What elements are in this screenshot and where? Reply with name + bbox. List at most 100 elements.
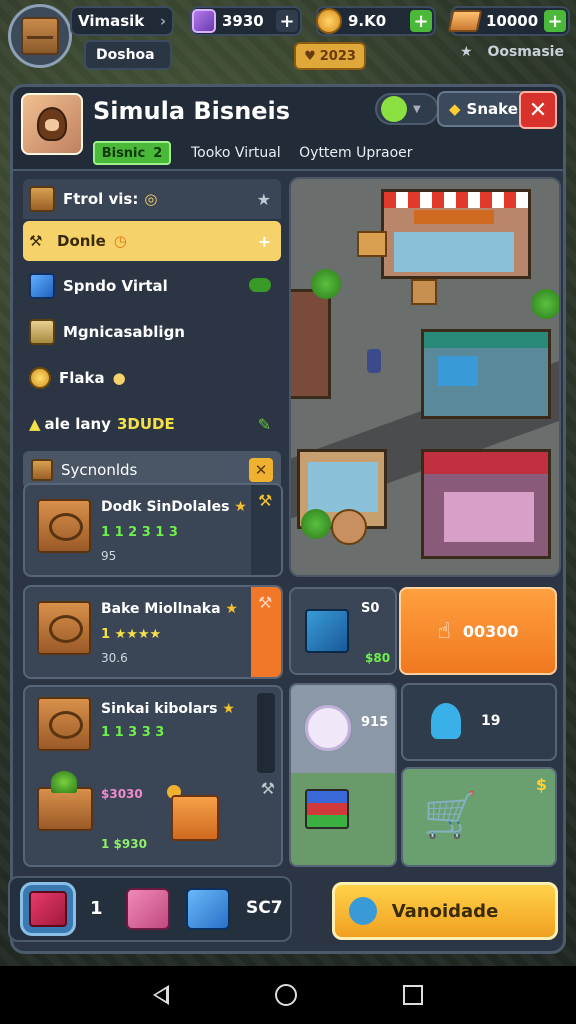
order-value: 00300 (462, 621, 519, 641)
gems-counter: 3930 + (190, 6, 302, 36)
product-sub: 30.6 (101, 651, 128, 665)
product-sub: 95 (101, 549, 117, 563)
box-icon (31, 459, 53, 481)
list-item-label: Mgnicasablign (63, 323, 185, 341)
product-card[interactable]: Bake Miollnaka ★ 1 ★★★★ 30.6 ⚒ (23, 585, 283, 679)
shopping-cart-icon: 🛒 (423, 790, 478, 841)
hand-icon: ☝ (437, 618, 451, 644)
tools-icon: ⚒ (258, 593, 273, 612)
plant-icon (311, 269, 341, 299)
barrel-icon (331, 509, 367, 545)
product-stats: 1 1 3 3 3 (101, 725, 165, 740)
notification[interactable]: ★ Oosmasie (460, 44, 564, 60)
info-icon: ● (112, 369, 126, 387)
product-stats: 1 ★★★★ (101, 627, 162, 642)
close-button[interactable]: ✕ (519, 91, 557, 129)
chevron-right-icon: › (159, 12, 166, 30)
plant-icon (531, 289, 559, 319)
product-name: Bake Miollnaka ★ (101, 601, 238, 617)
add-coins-button[interactable]: + (410, 10, 432, 32)
blue-box-icon[interactable] (186, 888, 230, 930)
gold-counter: 10000 + (447, 6, 570, 36)
shop-building (291, 289, 331, 399)
product-card[interactable]: Dodk SinDolales ★ 1 1 2 3 1 3 95 ⚒ (23, 483, 283, 577)
pink-box-icon[interactable] (126, 888, 170, 930)
scrollbar[interactable] (257, 693, 275, 773)
tools-icon: ⚒ (29, 232, 43, 250)
product-sub: 1 $930 (101, 837, 147, 851)
list-header-label: Ftrol vis: (63, 190, 139, 208)
tab-business-count: 2 (153, 145, 163, 161)
selected-slot[interactable] (20, 882, 76, 936)
bottom-inventory-bar: 1 SC7 (8, 876, 292, 942)
tag-icon: ◆ (449, 100, 461, 118)
player-sub: Doshoa (96, 47, 155, 63)
staff-value: 19 (481, 713, 501, 729)
tab-business[interactable]: Bisnic 2 (93, 141, 171, 165)
category-list: Ftrol vis: ◎ ★ ⚒ Donle ◷ + Spndo Virtal … (23, 179, 281, 489)
mood-dropdown[interactable]: ▼ (375, 93, 439, 125)
smiley-icon (381, 96, 407, 122)
product-extra: $3030 (101, 787, 143, 801)
list-item[interactable]: Mgnicasablign (23, 309, 281, 355)
shop-building (381, 189, 531, 279)
gold-bar-icon (447, 10, 483, 32)
gold-value: 10000 (486, 12, 539, 30)
add-gems-button[interactable]: + (276, 10, 298, 32)
list-item-selected-label: Donle (57, 232, 106, 250)
star-icon[interactable]: ★ (257, 190, 271, 209)
add-gold-button[interactable]: + (544, 10, 566, 32)
top-resource-bar: Vimasik › Doshoa 3930 + 9.K0 + 10000 + ♥… (0, 0, 576, 80)
card-side-active[interactable]: ⚒ (251, 587, 281, 677)
crate-icon (411, 279, 437, 305)
back-icon[interactable] (153, 985, 169, 1005)
crate-icon (357, 231, 387, 257)
sell-button[interactable]: Vanoidade (332, 882, 558, 940)
player-avatar[interactable] (8, 4, 72, 68)
staff-widget[interactable]: 19 (401, 683, 557, 761)
close-section-button[interactable]: ✕ (249, 458, 273, 482)
plus-icon[interactable]: + (258, 232, 271, 251)
tab-business-label: Bisnic (101, 145, 146, 161)
delivery-widget[interactable]: S0 $80 (289, 587, 397, 675)
shop-building (421, 329, 551, 419)
order-button[interactable]: ☝ 00300 (399, 587, 557, 675)
home-icon[interactable] (275, 984, 297, 1006)
refresh-icon: ◎ (144, 190, 158, 208)
list-item[interactable]: Flaka ● (23, 355, 281, 401)
city-scene[interactable] (289, 177, 561, 577)
chevron-down-icon: ▼ (413, 103, 421, 115)
box-icon (29, 186, 55, 212)
list-item[interactable]: ▲ ale lany 3DUDE ✎ (23, 401, 281, 447)
subtab-virtual-store[interactable]: Tooko Virtual (191, 145, 281, 161)
truck-count: S0 (361, 601, 380, 616)
coin-icon (29, 367, 51, 389)
gem-icon (192, 9, 216, 33)
subtab-system-upgrade[interactable]: Oyttem Upraoer (299, 145, 412, 161)
recents-icon[interactable] (403, 985, 423, 1005)
gold-tag: ♥ 2023 (294, 42, 366, 70)
list-item-label: Flaka (59, 369, 105, 387)
list-item-label: ale lany (44, 415, 111, 433)
player-sub-pill[interactable]: Doshoa (84, 40, 172, 70)
books-icon (305, 789, 349, 829)
books-panel (291, 773, 395, 865)
panel-header: Simula Bisneis ▼ ◆ Snake ✕ Bisnic 2 Took… (13, 87, 563, 171)
coin-icon (316, 8, 342, 34)
cart-widget[interactable]: 🛒 $ (401, 767, 557, 867)
crate-icon (37, 601, 91, 655)
clock-icon (305, 705, 351, 751)
product-name: Dodk SinDolales ★ (101, 499, 247, 515)
list-item[interactable]: Spndo Virtal (23, 263, 281, 309)
orange-crate-icon (171, 795, 219, 841)
list-item-selected[interactable]: ⚒ Donle ◷ + (23, 221, 281, 261)
player-name-pill[interactable]: Vimasik › (70, 6, 174, 36)
list-header: Ftrol vis: ◎ ★ (23, 179, 281, 219)
coin-icon: $ (535, 775, 547, 794)
coins-counter: 9.K0 + (316, 6, 436, 36)
crate-icon (37, 499, 91, 553)
shake-button[interactable]: ◆ Snake ✕ (437, 91, 557, 129)
timer-widget[interactable]: 915 (289, 683, 397, 867)
warning-icon: ▲ (29, 415, 41, 433)
product-card-large[interactable]: Sinkai kibolars ★ 1 1 3 3 3 $3030 1 $930… (23, 685, 283, 867)
